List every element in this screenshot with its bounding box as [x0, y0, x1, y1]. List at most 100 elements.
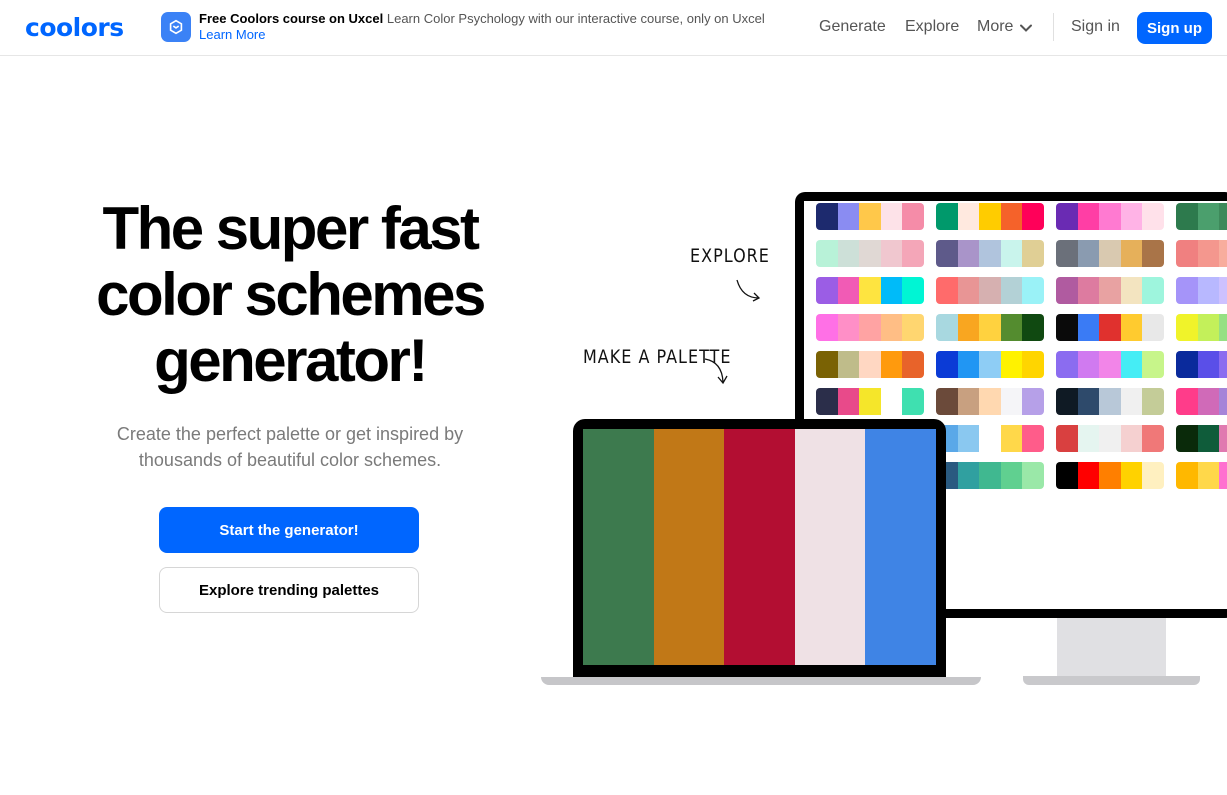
color-swatch	[1022, 462, 1044, 489]
color-swatch	[979, 314, 1001, 341]
color-swatch	[1176, 462, 1198, 489]
color-swatch	[1120, 203, 1143, 230]
hero-title-line: The super fast	[102, 195, 480, 262]
color-swatch	[859, 314, 881, 341]
uxcel-logo-icon[interactable]	[161, 12, 191, 42]
color-swatch	[816, 240, 838, 267]
coolors-logo[interactable]: coolors	[25, 13, 124, 42]
color-swatch	[902, 203, 924, 230]
color-swatch	[653, 429, 725, 665]
color-swatch	[979, 240, 1001, 267]
nav-explore[interactable]: Explore	[905, 18, 959, 36]
hero-title-line: generator!	[154, 327, 428, 394]
mini-palette	[1176, 277, 1227, 304]
laptop-base	[541, 677, 981, 685]
color-swatch	[1022, 277, 1044, 304]
mini-palette	[816, 388, 924, 415]
color-swatch	[1120, 240, 1143, 267]
color-swatch	[1022, 388, 1044, 415]
color-swatch	[1219, 240, 1227, 267]
mini-palette	[1056, 351, 1164, 378]
color-swatch	[1219, 425, 1227, 452]
color-swatch	[859, 277, 881, 304]
color-swatch	[816, 203, 838, 230]
sign-up-button[interactable]: Sign up	[1137, 12, 1212, 44]
color-swatch	[1142, 462, 1164, 489]
color-swatch	[1176, 203, 1198, 230]
color-swatch	[1219, 462, 1227, 489]
color-swatch	[816, 277, 838, 304]
color-swatch	[1077, 425, 1100, 452]
color-swatch	[979, 462, 1001, 489]
color-swatch	[880, 314, 903, 341]
color-swatch	[1197, 314, 1220, 341]
color-swatch	[1077, 277, 1100, 304]
color-swatch	[1099, 462, 1121, 489]
color-swatch	[583, 429, 654, 665]
color-swatch	[1142, 351, 1164, 378]
color-swatch	[837, 240, 860, 267]
color-swatch	[1000, 462, 1023, 489]
color-swatch	[902, 277, 924, 304]
mini-palette	[936, 240, 1044, 267]
color-swatch	[1197, 203, 1220, 230]
mini-palette	[1056, 203, 1164, 230]
monitor-stand	[1057, 618, 1166, 678]
start-generator-button[interactable]: Start the generator!	[159, 507, 419, 553]
color-swatch	[979, 351, 1001, 378]
sign-in-link[interactable]: Sign in	[1071, 18, 1120, 36]
color-swatch	[1000, 240, 1023, 267]
nav-generate[interactable]: Generate	[819, 18, 886, 36]
color-swatch	[1120, 351, 1143, 378]
color-swatch	[1219, 388, 1227, 415]
nav-more[interactable]: More	[977, 18, 1033, 36]
mini-palette	[936, 388, 1044, 415]
learn-more-link[interactable]: Learn More	[199, 27, 265, 42]
color-swatch	[1022, 425, 1044, 452]
color-swatch	[1000, 351, 1023, 378]
mini-palette	[816, 240, 924, 267]
mini-palette	[1176, 425, 1227, 452]
color-swatch	[865, 429, 936, 665]
color-swatch	[1142, 425, 1164, 452]
color-swatch	[1120, 388, 1143, 415]
color-swatch	[1219, 203, 1227, 230]
mini-palette	[1176, 314, 1227, 341]
color-swatch	[1176, 388, 1198, 415]
color-swatch	[859, 351, 881, 378]
color-swatch	[880, 203, 903, 230]
color-swatch	[1142, 277, 1164, 304]
color-swatch	[1000, 388, 1023, 415]
curved-arrow-icon	[736, 279, 761, 302]
color-swatch	[1142, 314, 1164, 341]
color-swatch	[1056, 277, 1078, 304]
color-swatch	[936, 203, 958, 230]
mini-palette	[1056, 240, 1164, 267]
color-swatch	[1056, 351, 1078, 378]
explore-handwritten-label: EXPLORE	[690, 244, 770, 267]
color-swatch	[1176, 277, 1198, 304]
nav-more-label: More	[977, 18, 1014, 35]
color-swatch	[794, 429, 866, 665]
color-swatch	[1077, 314, 1100, 341]
color-swatch	[957, 351, 980, 378]
color-swatch	[816, 351, 838, 378]
explore-trending-button[interactable]: Explore trending palettes	[159, 567, 419, 613]
color-swatch	[1022, 314, 1044, 341]
promo-description: Learn Color Psychology with our interact…	[386, 11, 765, 26]
color-swatch	[979, 277, 1001, 304]
mini-palette	[936, 425, 1044, 452]
color-swatch	[859, 388, 881, 415]
color-swatch	[902, 314, 924, 341]
mini-palette	[1056, 314, 1164, 341]
color-swatch	[1099, 240, 1121, 267]
color-swatch	[1056, 314, 1078, 341]
curved-arrow-icon	[704, 358, 728, 385]
color-swatch	[837, 351, 860, 378]
color-swatch	[902, 240, 924, 267]
color-swatch	[957, 388, 980, 415]
color-swatch	[902, 351, 924, 378]
color-swatch	[1176, 314, 1198, 341]
color-swatch	[1176, 351, 1198, 378]
color-swatch	[1197, 462, 1220, 489]
